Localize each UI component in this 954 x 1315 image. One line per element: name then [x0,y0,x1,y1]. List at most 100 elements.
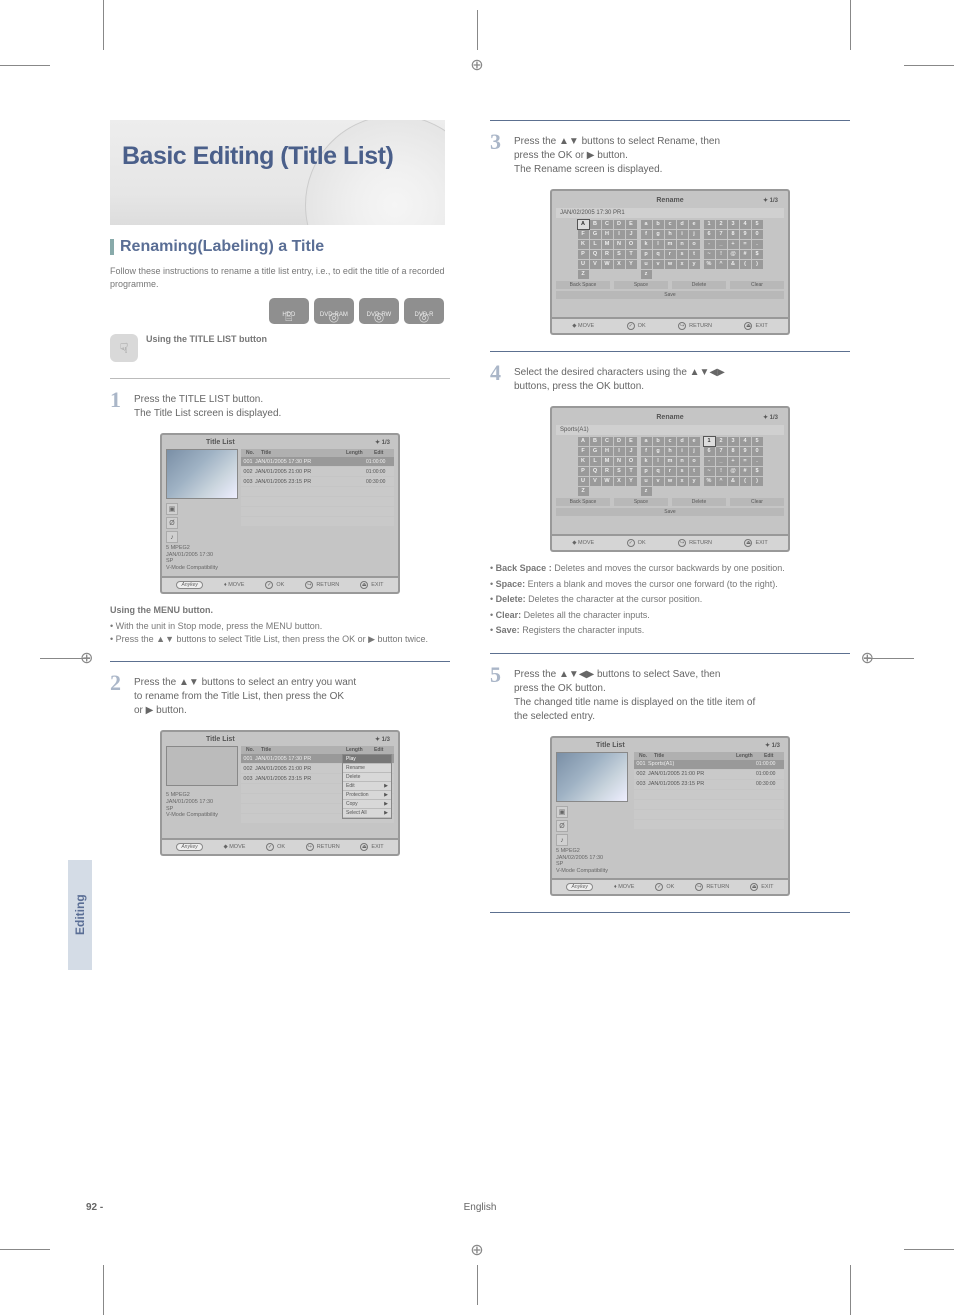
kbd-key: ( [740,260,751,269]
kbd-key: 4 [740,437,751,446]
kbd-key: ~ [704,467,715,476]
kbd-key: # [740,250,751,259]
step-1-body: Press the TITLE LIST button. The Title L… [134,389,450,421]
kbd-key: j [689,447,700,456]
kbd-key: 9 [740,230,751,239]
kbd-key: P [578,467,589,476]
step-3-body: Press the ▲▼ buttons to select Rename, t… [514,131,850,177]
hdd-icon: HDD [269,298,309,324]
step-divider-r3 [490,653,850,654]
kbd-key: r [665,467,676,476]
kbd-key: 3 [728,220,739,229]
kbd-key: _ [716,240,727,249]
kbd-key: p [641,250,652,259]
kbd-key: a [641,220,652,229]
media-icons-row: HDD DVD-RAM DVD-RW DVD-R [110,298,450,324]
kbd-key: y [689,260,700,269]
kbd-key: U [578,477,589,486]
step4-note: • Save: Registers the character inputs. [490,624,850,637]
hand-label: Using the TITLE LIST button [146,334,267,344]
kbd-key: e [689,437,700,446]
step4-note: • Clear: Deletes all the character input… [490,609,850,622]
screenshot-summary: Title List ✦ 1/3 ▣ Ø ♪ 5 MPEG2 JAN/02/20… [550,736,790,896]
kbd-key: d [677,437,688,446]
kbd-key: a [641,437,652,446]
kbd-key: u [641,477,652,486]
kbd-key: 7 [716,230,727,239]
kbd-key: q [653,250,664,259]
kbd-key: R [602,250,613,259]
kbd-key: N [614,457,625,466]
kbd-key: I [614,230,625,239]
table-row: 001JAN/01/2005 17:30 PR01:00:00 [241,457,394,466]
kbd-key: i [677,230,688,239]
kbd-key: $ [752,250,763,259]
kbd-key: O [626,240,637,249]
reg-mark-right-icon: ⊕ [861,648,874,668]
kbd-key: G [590,447,601,456]
kbd-key: A [578,220,589,229]
step-2-body: Press the ▲▼ buttons to select an entry … [134,672,450,718]
kbd-key: T [626,250,637,259]
kbd-key: W [602,260,613,269]
kbd-key: & [728,260,739,269]
kbd-key: J [626,230,637,239]
step-3-number: 3 [490,131,514,153]
kbd-key: % [704,477,715,486]
kbd-key: v [653,477,664,486]
kbd-key: . [752,240,763,249]
kbd-key: X [614,260,625,269]
kbd-key: f [641,447,652,456]
edit-menu-item: Rename [343,764,391,773]
kbd-key: ! [716,250,727,259]
step-4-number: 4 [490,362,514,384]
table-row: 003JAN/01/2005 23:15 PR00:30:00 [634,780,784,789]
reg-mark-top-icon: ⊕ [470,55,483,75]
kbd-key: ! [716,467,727,476]
kbd-key: E [626,437,637,446]
kbd-key: 6 [704,230,715,239]
kbd-key: w [665,477,676,486]
kbd-key: o [689,240,700,249]
kbd-key: L [590,457,601,466]
kbd-key: . [752,457,763,466]
kbd-key: g [653,230,664,239]
screenshot-rename-1: Rename✦ 1/3 JAN/02/2005 17:30 PR1 ABCDEF… [550,189,790,335]
section-heading: Renaming(Labeling) a Title [110,239,450,255]
preview-thumbnail [166,449,238,499]
kbd-key: J [626,447,637,456]
preview-thumbnail-summary [556,752,628,802]
edit-menu-item: Select All▶ [343,809,391,818]
kbd-key: Y [626,260,637,269]
kbd-key: F [578,447,589,456]
kbd-key: 9 [740,447,751,456]
mini-icon-2: Ø [166,517,178,529]
kbd-key: ~ [704,250,715,259]
table-row: 002JAN/01/2005 21:00 PR01:00:00 [634,770,784,779]
kbd-key: V [590,260,601,269]
kbd-key: n [677,457,688,466]
kbd-key: v [653,260,664,269]
kbd-key: j [689,230,700,239]
kbd-key: Z [578,270,589,279]
reg-mark-left-icon: ⊕ [80,648,93,668]
kbd-key: C [602,220,613,229]
kbd-key: Z [578,487,589,496]
kbd-key: 7 [716,447,727,456]
hand-press-icon: ☟ [110,334,138,362]
edit-popup-menu: PlayRenameDeleteEdit▶Protection▶Copy▶Sel… [342,754,392,819]
table-row: 002JAN/01/2005 21:00 PR01:00:00 [241,467,394,476]
screenshot-title-list: Title List ✦ 1/3 ▣ Ø ♪ 5 MPEG2 JAN/01/20… [160,433,400,593]
kbd-key: $ [752,467,763,476]
step-divider [110,661,450,662]
kbd-key: f [641,230,652,239]
kbd-key: P [578,250,589,259]
kbd-key: A [578,437,589,446]
kbd-key: 8 [728,447,739,456]
kbd-key: b [653,437,664,446]
kbd-key: 2 [716,220,727,229]
kbd-key: s [677,467,688,476]
kbd-key: K [578,457,589,466]
kbd-key: 1 [704,437,715,446]
step-divider-r4 [490,912,850,913]
